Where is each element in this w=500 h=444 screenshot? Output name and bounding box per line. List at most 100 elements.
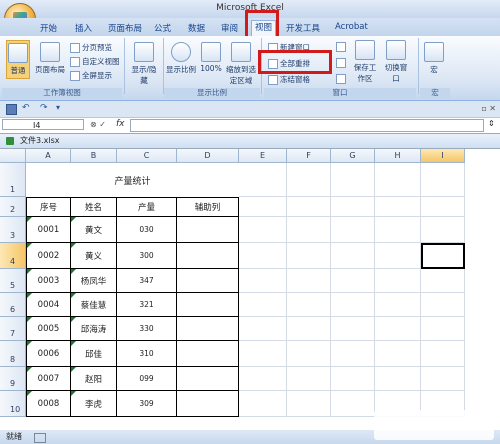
grid-cell[interactable] xyxy=(375,341,421,367)
row-header-1[interactable]: 1 xyxy=(0,163,26,197)
grid-cell[interactable] xyxy=(421,367,465,391)
tab-page-layout[interactable]: 页面布局 xyxy=(108,22,142,34)
column-header-a[interactable]: A xyxy=(26,149,71,163)
grid-cell[interactable] xyxy=(287,243,331,269)
column-header-c[interactable]: C xyxy=(117,149,177,163)
grid-cell[interactable] xyxy=(331,391,375,417)
expand-formula-icon[interactable]: ⇕ xyxy=(488,119,495,128)
grid-cell[interactable] xyxy=(375,269,421,293)
table-cell[interactable]: 黄义 xyxy=(71,243,117,269)
grid-cell[interactable] xyxy=(239,197,287,217)
row-header-9[interactable]: 9 xyxy=(0,367,26,391)
row-header-10[interactable]: 10 xyxy=(0,391,26,417)
row-header-8[interactable]: 8 xyxy=(0,341,26,367)
grid-cell[interactable] xyxy=(421,317,465,341)
macros-button[interactable]: 宏 xyxy=(424,42,444,75)
row-header-4[interactable]: 4 xyxy=(0,243,26,269)
table-cell[interactable]: 李虎 xyxy=(71,391,117,417)
grid-cell[interactable] xyxy=(421,163,465,197)
grid-cell[interactable] xyxy=(287,163,331,197)
table-cell[interactable]: 0001 xyxy=(26,217,71,243)
zoom-100-button[interactable]: 100% xyxy=(200,42,222,73)
macro-record-icon[interactable] xyxy=(34,433,46,443)
grid-cell[interactable] xyxy=(239,367,287,391)
grid-cell[interactable] xyxy=(239,217,287,243)
column-header-g[interactable]: G xyxy=(331,149,375,163)
table-cell[interactable] xyxy=(177,317,239,341)
grid-cell[interactable] xyxy=(287,293,331,317)
grid-cell[interactable] xyxy=(331,269,375,293)
row-header-6[interactable]: 6 xyxy=(0,293,26,317)
freeze-panes-button[interactable]: 冻结窗格 xyxy=(268,74,310,85)
restore-icon[interactable]: ▫ ✕ xyxy=(481,104,496,113)
table-cell[interactable]: 0007 xyxy=(26,367,71,391)
tab-acrobat[interactable]: Acrobat xyxy=(335,22,368,32)
table-cell[interactable]: 0004 xyxy=(26,293,71,317)
undo-icon[interactable]: ↶ xyxy=(22,103,30,113)
grid-cell[interactable] xyxy=(287,197,331,217)
table-cell[interactable] xyxy=(177,293,239,317)
table-cell[interactable]: 0008 xyxy=(26,391,71,417)
grid-cell[interactable] xyxy=(331,243,375,269)
grid-cell[interactable] xyxy=(421,217,465,243)
split-button[interactable] xyxy=(336,42,348,52)
row-header-7[interactable]: 7 xyxy=(0,317,26,341)
grid-cell[interactable] xyxy=(421,293,465,317)
tab-review[interactable]: 审阅 xyxy=(221,22,238,34)
table-cell[interactable] xyxy=(177,217,239,243)
tab-developer[interactable]: 开发工具 xyxy=(286,22,320,34)
table-cell[interactable]: 099 xyxy=(117,367,177,391)
custom-views-button[interactable]: 自定义视图 xyxy=(70,56,120,67)
table-cell[interactable]: 黄文 xyxy=(71,217,117,243)
tab-formulas[interactable]: 公式 xyxy=(154,22,171,34)
table-cell[interactable] xyxy=(177,391,239,417)
table-cell[interactable]: 321 xyxy=(117,293,177,317)
grid-cell[interactable] xyxy=(331,197,375,217)
grid-cell[interactable] xyxy=(375,243,421,269)
selected-cell[interactable] xyxy=(421,243,465,269)
column-header-e[interactable]: E xyxy=(239,149,287,163)
formula-tools-icon[interactable]: ⊗ ✓ xyxy=(90,120,106,129)
column-header-b[interactable]: B xyxy=(71,149,117,163)
table-cell[interactable] xyxy=(177,269,239,293)
zoom-to-selection-button[interactable]: 缩放到选定区域 xyxy=(224,42,258,86)
tab-data[interactable]: 数据 xyxy=(188,22,205,34)
grid-cell[interactable] xyxy=(287,367,331,391)
row-header-3[interactable]: 3 xyxy=(0,217,26,243)
grid-cell[interactable] xyxy=(331,367,375,391)
column-header-i[interactable]: I xyxy=(421,149,465,163)
grid-cell[interactable] xyxy=(375,293,421,317)
grid-cell[interactable] xyxy=(239,341,287,367)
redo-icon[interactable]: ↷ xyxy=(40,103,48,113)
unhide-window-button[interactable] xyxy=(336,74,348,84)
table-cell[interactable]: 0002 xyxy=(26,243,71,269)
table-cell[interactable]: 309 xyxy=(117,391,177,417)
page-break-preview-button[interactable]: 分页预览 xyxy=(70,42,112,53)
row-header-2[interactable]: 2 xyxy=(0,197,26,217)
page-layout-view-button[interactable]: 页面布局 xyxy=(34,42,66,75)
tab-insert[interactable]: 插入 xyxy=(75,22,92,34)
show-hide-button[interactable]: 显示/隐藏 xyxy=(128,42,160,86)
table-cell[interactable]: 赵阳 xyxy=(71,367,117,391)
worksheet-grid[interactable]: A B C D E F G H I 1 2 3 4 5 6 7 8 9 10 产量统计 序号 姓名 产量 辅助列 0001 黄文 0… xyxy=(0,149,500,430)
grid-cell[interactable] xyxy=(421,341,465,367)
grid-cell[interactable] xyxy=(287,391,331,417)
table-cell[interactable]: 0006 xyxy=(26,341,71,367)
select-all-corner[interactable] xyxy=(0,149,26,163)
grid-cell[interactable] xyxy=(287,269,331,293)
normal-view-button[interactable]: 普通 xyxy=(6,40,30,79)
column-header-h[interactable]: H xyxy=(375,149,421,163)
grid-cell[interactable] xyxy=(375,367,421,391)
row-header-5[interactable]: 5 xyxy=(0,269,26,293)
grid-cell[interactable] xyxy=(287,341,331,367)
grid-cell[interactable] xyxy=(331,293,375,317)
table-cell[interactable]: 030 xyxy=(117,217,177,243)
table-cell[interactable] xyxy=(177,367,239,391)
grid-cell[interactable] xyxy=(331,317,375,341)
full-screen-button[interactable]: 全屏显示 xyxy=(70,70,112,81)
tab-home[interactable]: 开始 xyxy=(40,22,57,34)
table-cell[interactable]: 300 xyxy=(117,243,177,269)
column-header-f[interactable]: F xyxy=(287,149,331,163)
grid-cell[interactable] xyxy=(421,197,465,217)
grid-cell[interactable] xyxy=(239,163,287,197)
